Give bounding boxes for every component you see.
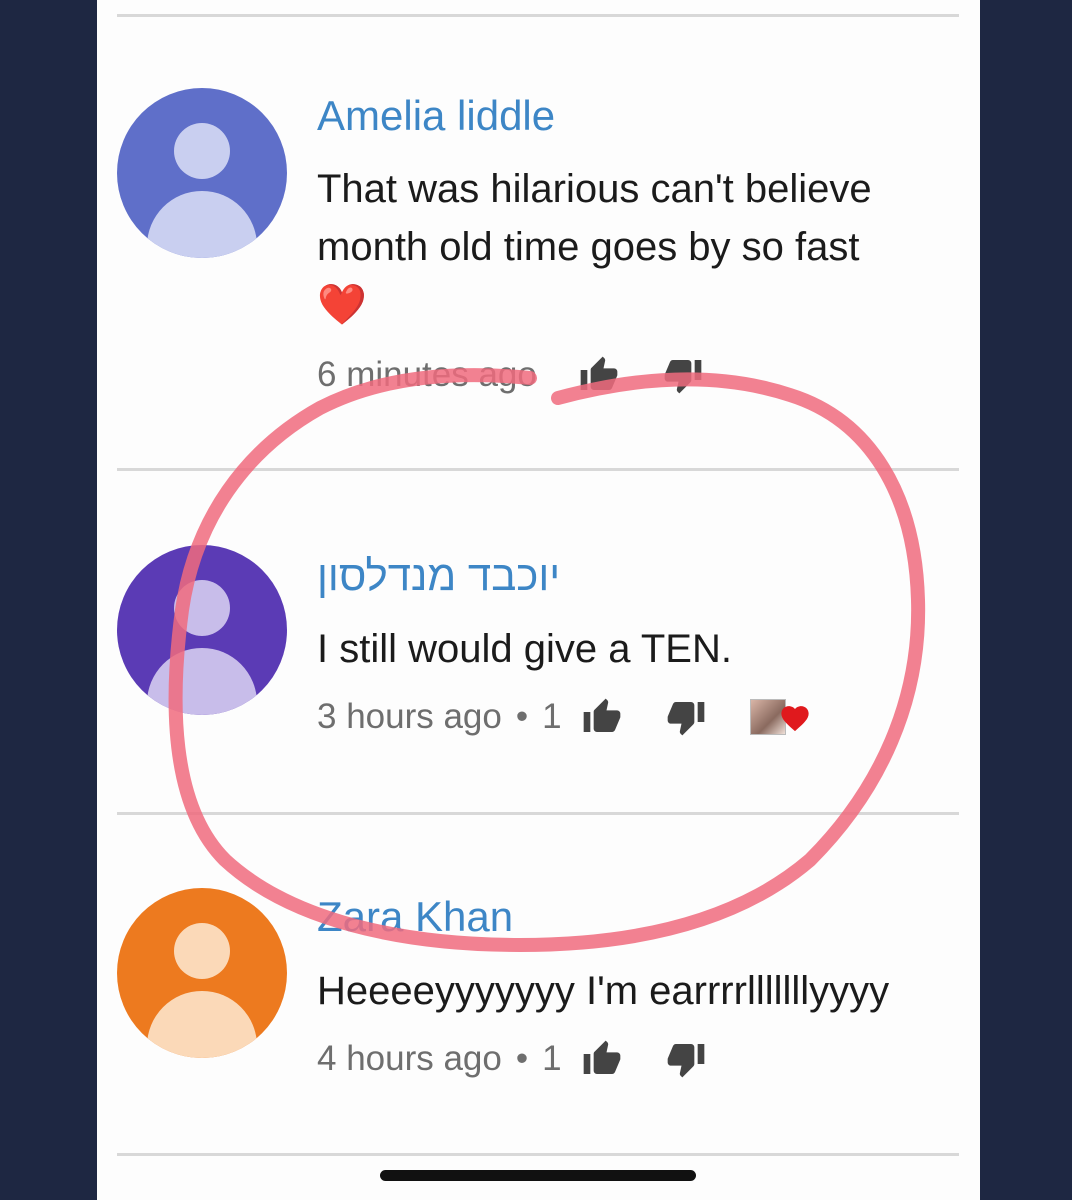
like-count: 1 — [542, 697, 562, 736]
heart-icon — [780, 706, 809, 732]
avatar-head — [174, 923, 230, 979]
divider — [117, 812, 959, 815]
comment-meta: 6 minutes ago — [317, 353, 705, 397]
comment-body: That was hilarious can't believe month o… — [317, 167, 872, 269]
avatar-body — [147, 648, 257, 715]
like-count: 1 — [542, 1039, 562, 1078]
thumbs-down-icon[interactable] — [661, 355, 705, 395]
avatar-body — [147, 991, 257, 1058]
divider — [117, 14, 959, 17]
avatar-head — [174, 580, 230, 636]
comment-text: That was hilarious can't believe month o… — [317, 160, 967, 334]
comment-text: I still would give a TEN. — [317, 627, 732, 671]
avatar-body — [147, 191, 257, 258]
comments-screen: Amelia liddle That was hilarious can't b… — [97, 0, 980, 1200]
comment-meta: 3 hours ago • 1 — [317, 695, 812, 739]
comment-time: 3 hours ago — [317, 697, 502, 736]
comment-meta: 4 hours ago • 1 — [317, 1037, 708, 1081]
comment-author[interactable]: Zara Khan — [317, 893, 513, 941]
thumbs-up-icon[interactable] — [580, 1039, 624, 1079]
separator-dot: • — [515, 697, 529, 736]
thumbs-up-icon[interactable] — [577, 355, 621, 395]
thumbs-down-icon[interactable] — [664, 1039, 708, 1079]
separator-dot: • — [515, 1039, 529, 1078]
avatar[interactable] — [117, 545, 287, 715]
comment-author[interactable]: Amelia liddle — [317, 92, 555, 140]
heart-emoji: ❤️ — [317, 283, 367, 327]
thumbs-down-icon[interactable] — [664, 697, 708, 737]
avatar[interactable] — [117, 888, 287, 1058]
avatar-head — [174, 123, 230, 179]
comment-author[interactable]: יוכבד מנדלסון — [317, 552, 560, 600]
comment-time: 4 hours ago — [317, 1039, 502, 1078]
home-indicator[interactable] — [380, 1170, 696, 1181]
divider — [117, 1153, 959, 1156]
creator-heart-badge — [749, 699, 812, 735]
comment-text: Heeeeyyyyyyy I'm earrrrlllllllyyyy — [317, 969, 890, 1013]
thumbs-up-icon[interactable] — [580, 697, 624, 737]
comment-time: 6 minutes ago — [317, 355, 537, 394]
avatar[interactable] — [117, 88, 287, 258]
divider — [117, 468, 959, 471]
